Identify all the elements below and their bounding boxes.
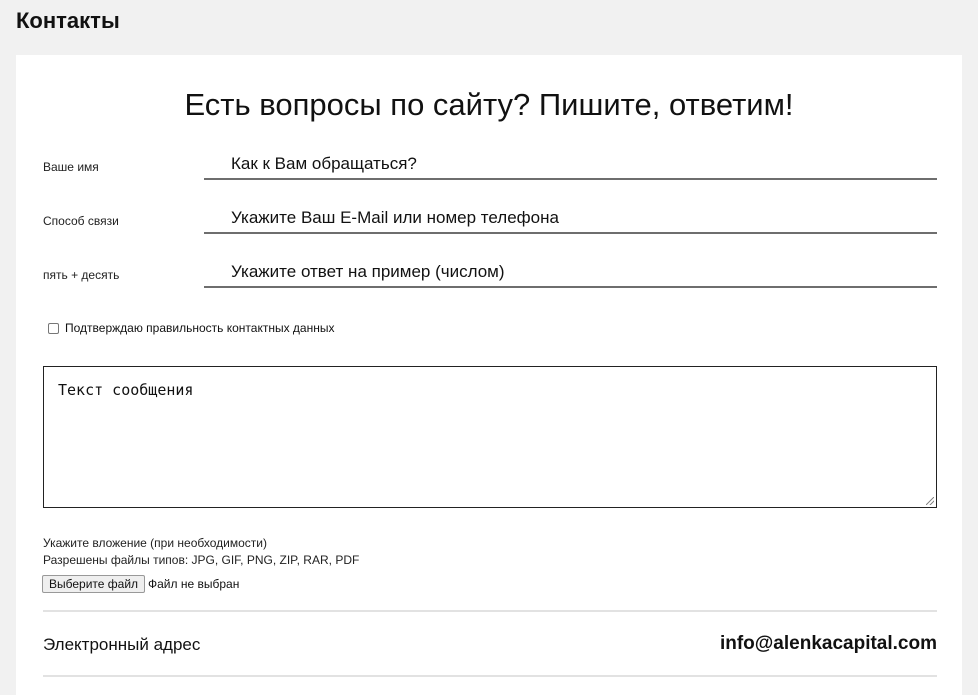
page-title: Контакты bbox=[16, 8, 120, 33]
message-textarea[interactable]: Текст сообщения bbox=[43, 366, 937, 508]
allowed-types: Разрешены файлы типов: JPG, GIF, PNG, ZI… bbox=[43, 553, 360, 567]
file-status: Файл не выбран bbox=[148, 577, 240, 591]
form-heading: Есть вопросы по сайту? Пишите, ответим! bbox=[184, 87, 794, 122]
divider bbox=[43, 610, 937, 612]
name-input[interactable]: Как к Вам обращаться? bbox=[204, 152, 937, 180]
contact-row: Способ связи Укажите Ваш E-Mail или номе… bbox=[43, 206, 937, 236]
contact-panel: Есть вопросы по сайту? Пишите, ответим! … bbox=[16, 55, 962, 695]
confirm-label: Подтверждаю правильность контактных данн… bbox=[65, 321, 335, 335]
captcha-label: пять + десять bbox=[43, 268, 120, 282]
contact-label: Способ связи bbox=[43, 214, 119, 228]
name-row: Ваше имя Как к Вам обращаться? bbox=[43, 152, 937, 182]
contact-input[interactable]: Укажите Ваш E-Mail или номер телефона bbox=[204, 206, 937, 234]
name-label: Ваше имя bbox=[43, 160, 99, 174]
captcha-input[interactable]: Укажите ответ на пример (числом) bbox=[204, 260, 937, 288]
email-link[interactable]: info@alenkacapital.com bbox=[720, 633, 937, 655]
email-label: Электронный адрес bbox=[43, 635, 201, 654]
choose-file-button[interactable]: Выберите файл bbox=[42, 575, 146, 593]
captcha-row: пять + десять Укажите ответ на пример (ч… bbox=[43, 260, 937, 290]
confirm-checkbox-row[interactable]: Подтверждаю правильность контактных данн… bbox=[48, 321, 334, 335]
attach-note: Укажите вложение (при необходимости) bbox=[43, 536, 267, 550]
confirm-checkbox[interactable] bbox=[48, 322, 59, 334]
message-placeholder: Текст сообщения bbox=[58, 381, 194, 399]
divider bbox=[43, 675, 937, 677]
resize-handle-icon[interactable] bbox=[926, 497, 934, 505]
